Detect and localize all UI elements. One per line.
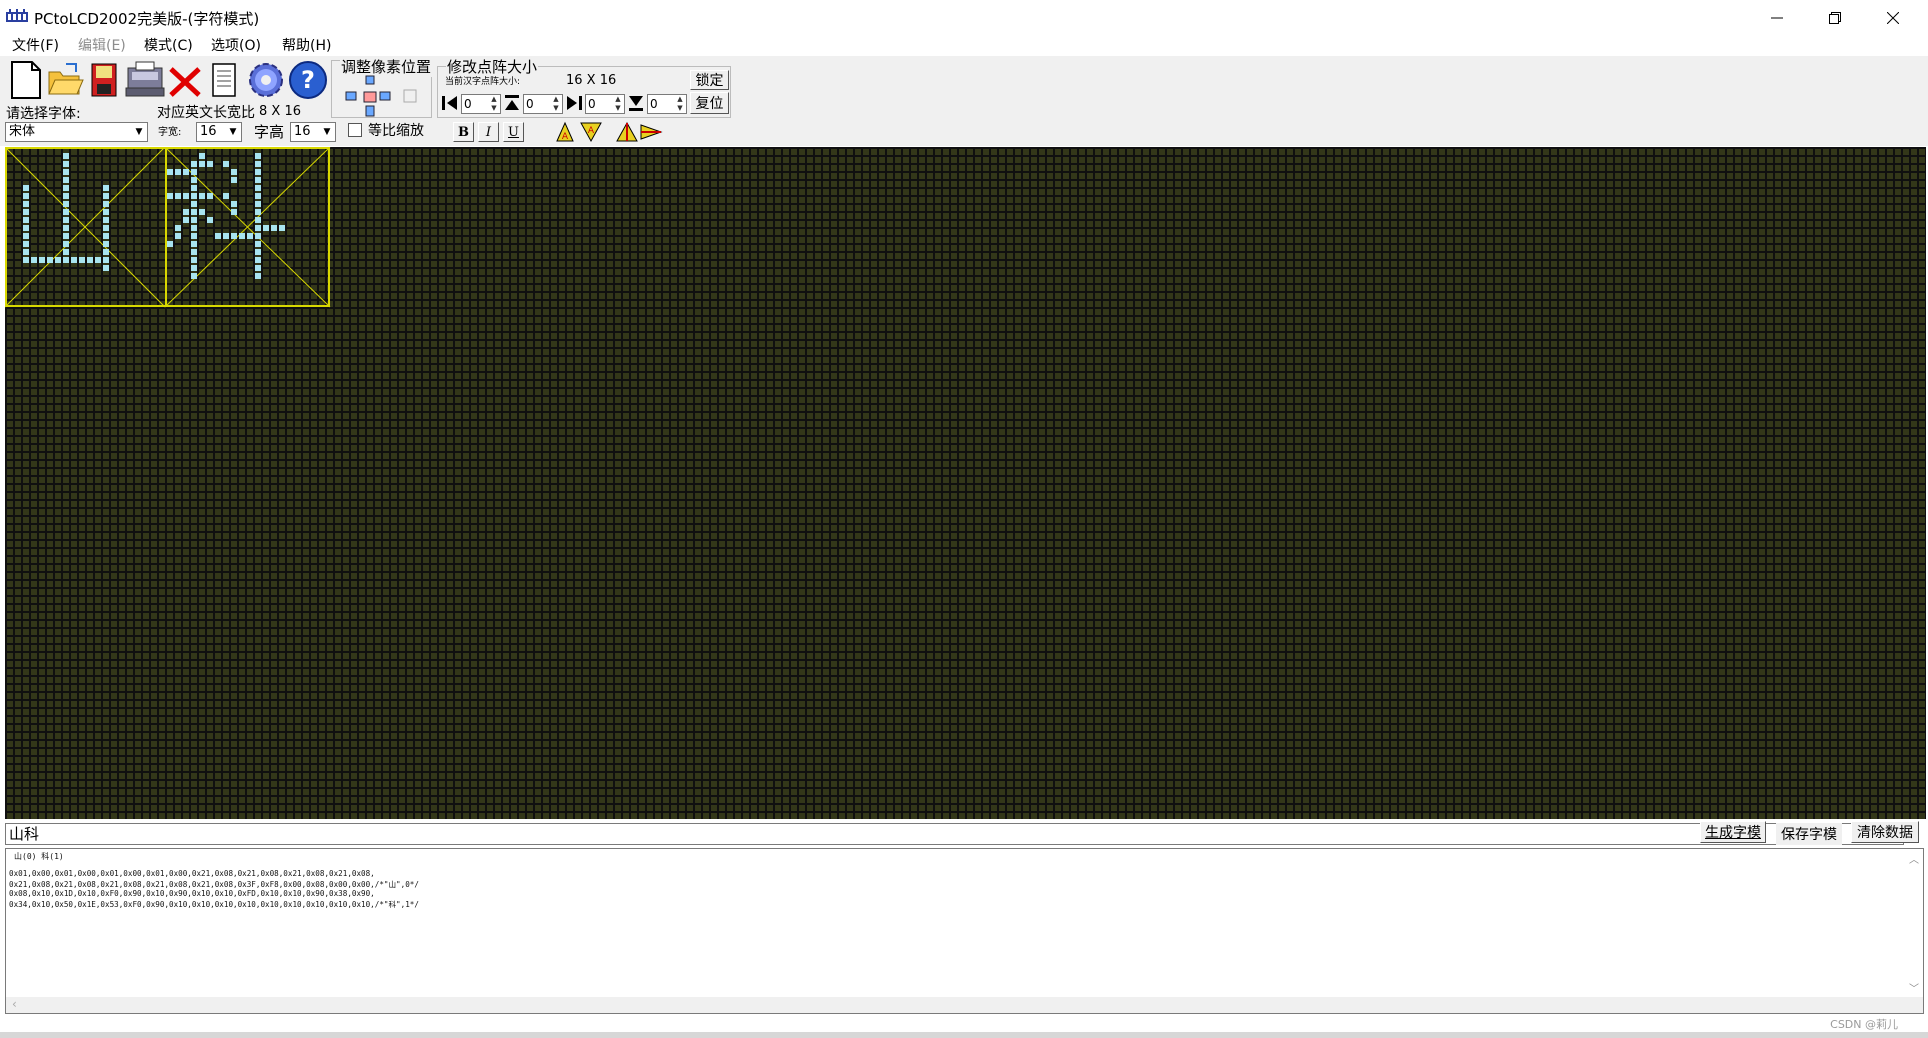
restore-button[interactable] [1806,0,1864,36]
align-right-icon [567,96,582,110]
left-padding-spinner[interactable]: 0 ▲ ▼ [441,94,503,114]
char-height-label: 字高 [254,123,285,141]
italic-button[interactable]: I [478,122,499,142]
underline-button[interactable]: U [503,122,524,142]
menu-options[interactable]: 选项(O) [211,35,261,55]
close-icon [1887,12,1899,24]
toolbar: ? 请选择字体: 宋体 ▼ 对应英文长宽比 8 X 16 字宽: 16 ▼ 字高… [0,56,1928,146]
svg-text:?: ? [301,66,315,94]
generate-button[interactable]: 生成字模 [1700,821,1766,843]
window-title: PCtoLCD2002完美版-(字符模式) [34,10,260,28]
restore-icon [1829,12,1841,24]
gear-icon[interactable] [246,60,286,100]
char-cell-1[interactable] [165,147,330,307]
watermark: CSDN @莉儿 [1830,1018,1898,1031]
output-header: 山(0) 科(1) [14,852,64,861]
chevron-down-icon: ▼ [323,127,331,137]
spin-arrows-icon: ▲ ▼ [615,95,621,112]
title-bar: PCtoLCD2002完美版-(字符模式) [0,0,1928,36]
reset-button[interactable]: 复位 [690,92,729,114]
delete-icon[interactable] [168,66,202,98]
app-icon [6,9,28,22]
document-icon[interactable] [210,62,238,98]
text-input[interactable]: 山科 ▼ [5,823,1904,845]
close-button[interactable] [1864,0,1922,36]
scroll-left-icon[interactable]: ‹ [12,997,17,1011]
scroll-up-icon[interactable]: ︿ [1909,851,1919,866]
new-file-icon[interactable] [8,60,44,100]
rotate-icon[interactable]: A A [555,121,603,143]
clear-button[interactable]: 清除数据 [1851,821,1919,843]
ratio-label: 对应英文长宽比 [157,105,255,121]
scanner-icon[interactable] [124,60,166,100]
char-height-select[interactable]: 16 ▼ [290,122,336,142]
spin-arrows-icon: ▲ ▼ [491,95,497,112]
right-padding-spinner[interactable]: 0 ▲ ▼ [565,94,627,114]
minimize-icon [1771,17,1783,19]
spin-arrows-icon: ▲ ▼ [677,95,683,112]
char-width-label: 字宽: [158,127,182,138]
top-padding-spinner[interactable]: 0 ▲ ▼ [503,94,565,114]
menu-edit[interactable]: 编辑(E) [78,35,126,55]
output-line: 0x01,0x00,0x01,0x00,0x01,0x00,0x01,0x00,… [9,869,375,878]
menu-file[interactable]: 文件(F) [12,35,59,55]
output-line: 0x34,0x10,0x50,0x1E,0x53,0xF0,0x90,0x10,… [9,900,419,909]
svg-text:A: A [562,132,569,142]
scroll-down-icon[interactable]: ﹀ [1909,980,1919,995]
char-height-value: 16 [294,124,311,139]
char-width-select[interactable]: 16 ▼ [196,122,242,142]
flip-icon[interactable] [615,121,663,143]
minimize-button[interactable] [1748,0,1806,36]
output-textarea[interactable]: 山(0) 科(1) 0x01,0x00,0x01,0x00,0x01,0x00,… [5,848,1924,1014]
open-folder-icon[interactable] [46,62,84,98]
font-select-value: 宋体 [9,124,36,139]
dot-matrix-editor[interactable] [5,147,1926,819]
char-cell-0[interactable] [5,147,167,307]
vertical-scrollbar[interactable]: ︿ ﹀ [1905,849,1923,1013]
ratio-value: 8 X 16 [259,104,301,119]
char-width-value: 16 [200,124,217,139]
text-input-value: 山科 [9,825,40,843]
taskbar-strip [0,1032,1928,1038]
chevron-down-icon: ▼ [135,127,143,137]
current-size-value: 16 X 16 [566,73,617,88]
bottom-padding-spinner[interactable]: 0 ▲ ▼ [627,94,689,114]
align-left-icon [442,96,457,110]
menu-bar: 文件(F) 编辑(E) 模式(C) 选项(O) 帮助(H) [0,34,1928,56]
pixel-shift-arrows-icon[interactable] [344,74,424,118]
align-bottom-icon [629,96,643,111]
output-line: 0x08,0x10,0x1D,0x10,0xF0,0x90,0x10,0x90,… [9,889,375,898]
menu-mode[interactable]: 模式(C) [144,35,193,55]
menu-help[interactable]: 帮助(H) [282,35,331,55]
current-size-label: 当前汉字点阵大小: [445,77,521,87]
spin-arrows-icon: ▲ ▼ [553,95,559,112]
svg-text:A: A [588,126,595,136]
bold-button[interactable]: B [453,122,474,142]
align-top-icon [505,95,519,110]
horizontal-scrollbar[interactable]: ‹ [6,997,1923,1013]
save-font-button[interactable]: 保存字模 [1776,823,1842,845]
lock-button[interactable]: 锁定 [690,70,729,90]
proportional-checkbox[interactable] [348,123,362,137]
proportional-label: 等比缩放 [368,123,424,139]
chevron-down-icon: ▼ [229,127,237,137]
font-label: 请选择字体: [6,106,81,122]
font-select[interactable]: 宋体 ▼ [5,122,148,142]
help-icon[interactable]: ? [288,60,328,100]
save-icon[interactable] [90,62,118,98]
